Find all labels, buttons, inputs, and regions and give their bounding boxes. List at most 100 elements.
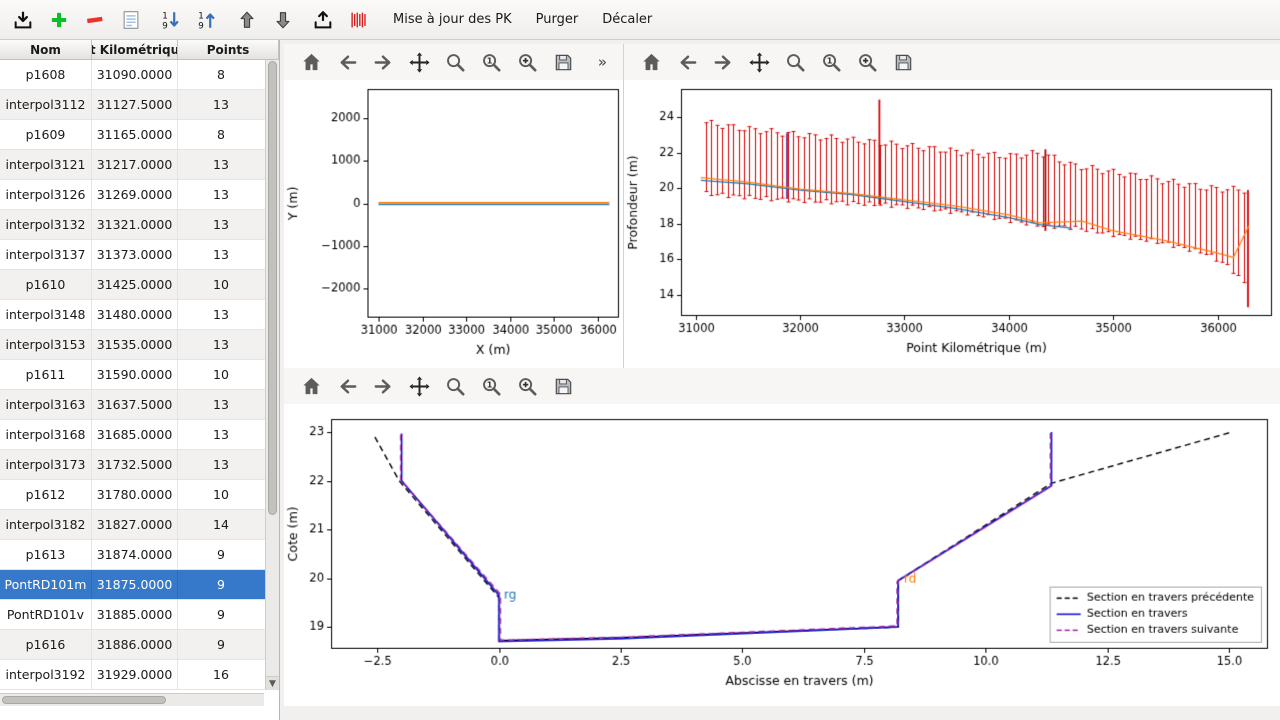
purge-button[interactable]: Purger	[525, 4, 590, 36]
table-horizontal-scrollbar[interactable]	[0, 693, 264, 706]
sort-ascending-button[interactable]: 19	[154, 4, 188, 36]
table-row[interactable]: p160831090.00008	[0, 60, 279, 90]
cell-nom: p1612	[0, 480, 92, 509]
remove-section-button[interactable]	[78, 4, 112, 36]
scrollbar-thumb[interactable]	[268, 61, 277, 515]
table-row[interactable]: interpol317331732.500013	[0, 450, 279, 480]
zoom-button[interactable]	[442, 49, 469, 76]
longitudinal-profile-chart[interactable]	[624, 80, 1280, 368]
zoom-plus-icon	[516, 375, 539, 398]
zoom-original-button[interactable]: 1	[818, 49, 845, 76]
table-row[interactable]: interpol312631269.000013	[0, 180, 279, 210]
scrollbar-down-arrow-icon[interactable]: ▼	[266, 676, 279, 690]
table-row[interactable]: interpol313231321.000013	[0, 210, 279, 240]
zoom-fit-button[interactable]	[854, 49, 881, 76]
save-figure-button[interactable]	[550, 49, 577, 76]
table-row[interactable]: interpol316331637.500013	[0, 390, 279, 420]
home-button[interactable]	[298, 373, 325, 400]
cell-pk: 31165.0000	[92, 120, 178, 149]
pan-button[interactable]	[746, 49, 773, 76]
column-header-pk[interactable]: t Kilométriqu	[92, 40, 178, 59]
cell-points: 9	[178, 630, 279, 659]
toolbar-overflow-chevron[interactable]: »	[598, 53, 609, 71]
cell-points: 10	[178, 360, 279, 389]
update-pk-button[interactable]: Mise à jour des PK	[382, 4, 523, 36]
cell-nom: PontRD101m	[0, 570, 92, 599]
table-row[interactable]: p161231780.000010	[0, 480, 279, 510]
save-figure-button[interactable]	[550, 373, 577, 400]
table-row[interactable]: p161331874.00009	[0, 540, 279, 570]
table-row[interactable]: interpol311231127.500013	[0, 90, 279, 120]
table-row[interactable]: PontRD101m31875.00009	[0, 570, 279, 600]
table-row[interactable]: interpol316831685.000013	[0, 420, 279, 450]
pan-button[interactable]	[406, 49, 433, 76]
table-row[interactable]: PontRD101v31885.00009	[0, 600, 279, 630]
home-button[interactable]	[298, 49, 325, 76]
cell-points: 14	[178, 510, 279, 539]
table-row[interactable]: interpol319231929.000016	[0, 660, 279, 690]
svg-text:1: 1	[198, 11, 204, 21]
table-vertical-scrollbar[interactable]: ▼	[265, 60, 279, 690]
up-arrow-icon	[236, 9, 258, 31]
table-row[interactable]: p161131590.000010	[0, 360, 279, 390]
pk-profile-button[interactable]	[342, 4, 376, 36]
export-button[interactable]	[306, 4, 340, 36]
table-row[interactable]: p160931165.00008	[0, 120, 279, 150]
cell-points: 13	[178, 390, 279, 419]
cell-pk: 31590.0000	[92, 360, 178, 389]
back-button[interactable]	[674, 49, 701, 76]
zoom-fit-button[interactable]	[514, 373, 541, 400]
sort-descending-icon: 19	[196, 9, 218, 31]
add-section-button[interactable]	[42, 4, 76, 36]
cell-points: 13	[178, 150, 279, 179]
pk-stripes-icon	[348, 9, 370, 31]
import-button[interactable]	[6, 4, 40, 36]
cell-nom: p1608	[0, 60, 92, 89]
edit-section-button[interactable]	[114, 4, 148, 36]
svg-text:1: 1	[827, 55, 833, 65]
plan-view-panel: 1 »	[284, 44, 624, 367]
cross-section-panel: 1 »	[284, 368, 1280, 705]
forward-button[interactable]	[710, 49, 737, 76]
table-row[interactable]: interpol318231827.000014	[0, 510, 279, 540]
zoom-button[interactable]	[442, 373, 469, 400]
cross-section-chart[interactable]	[284, 404, 1280, 706]
zoom-icon	[784, 51, 807, 74]
table-row[interactable]: interpol313731373.000013	[0, 240, 279, 270]
zoom-plus-icon	[516, 51, 539, 74]
plus-icon	[48, 9, 70, 31]
cell-nom: p1610	[0, 270, 92, 299]
cell-nom: p1609	[0, 120, 92, 149]
pan-move-icon	[748, 51, 771, 74]
column-header-nom[interactable]: Nom	[0, 40, 92, 59]
zoom-button[interactable]	[782, 49, 809, 76]
table-row[interactable]: interpol312131217.000013	[0, 150, 279, 180]
zoom-fit-button[interactable]	[514, 49, 541, 76]
forward-button[interactable]	[370, 373, 397, 400]
cell-pk: 31535.0000	[92, 330, 178, 359]
plot-nav-toolbar: 1 »	[284, 368, 1280, 404]
save-figure-button[interactable]	[890, 49, 917, 76]
down-arrow-icon	[272, 9, 294, 31]
move-down-button[interactable]	[266, 4, 300, 36]
plan-view-chart[interactable]	[284, 80, 623, 370]
hscrollbar-thumb[interactable]	[2, 696, 166, 704]
zoom-original-button[interactable]: 1	[478, 49, 505, 76]
cell-pk: 31685.0000	[92, 420, 178, 449]
table-row[interactable]: interpol315331535.000013	[0, 330, 279, 360]
forward-button[interactable]	[370, 49, 397, 76]
column-header-points[interactable]: Points	[178, 40, 279, 59]
table-row[interactable]: p161031425.000010	[0, 270, 279, 300]
back-button[interactable]	[334, 373, 361, 400]
plots-area: 1 » 1 » 1 »	[280, 40, 1280, 720]
shift-button[interactable]: Décaler	[591, 4, 663, 36]
home-button[interactable]	[638, 49, 665, 76]
zoom-original-button[interactable]: 1	[478, 373, 505, 400]
table-row[interactable]: interpol314831480.000013	[0, 300, 279, 330]
sort-descending-button[interactable]: 19	[190, 4, 224, 36]
pan-button[interactable]	[406, 373, 433, 400]
move-up-button[interactable]	[230, 4, 264, 36]
table-row[interactable]: p161631886.00009	[0, 630, 279, 660]
cell-points: 13	[178, 330, 279, 359]
back-button[interactable]	[334, 49, 361, 76]
